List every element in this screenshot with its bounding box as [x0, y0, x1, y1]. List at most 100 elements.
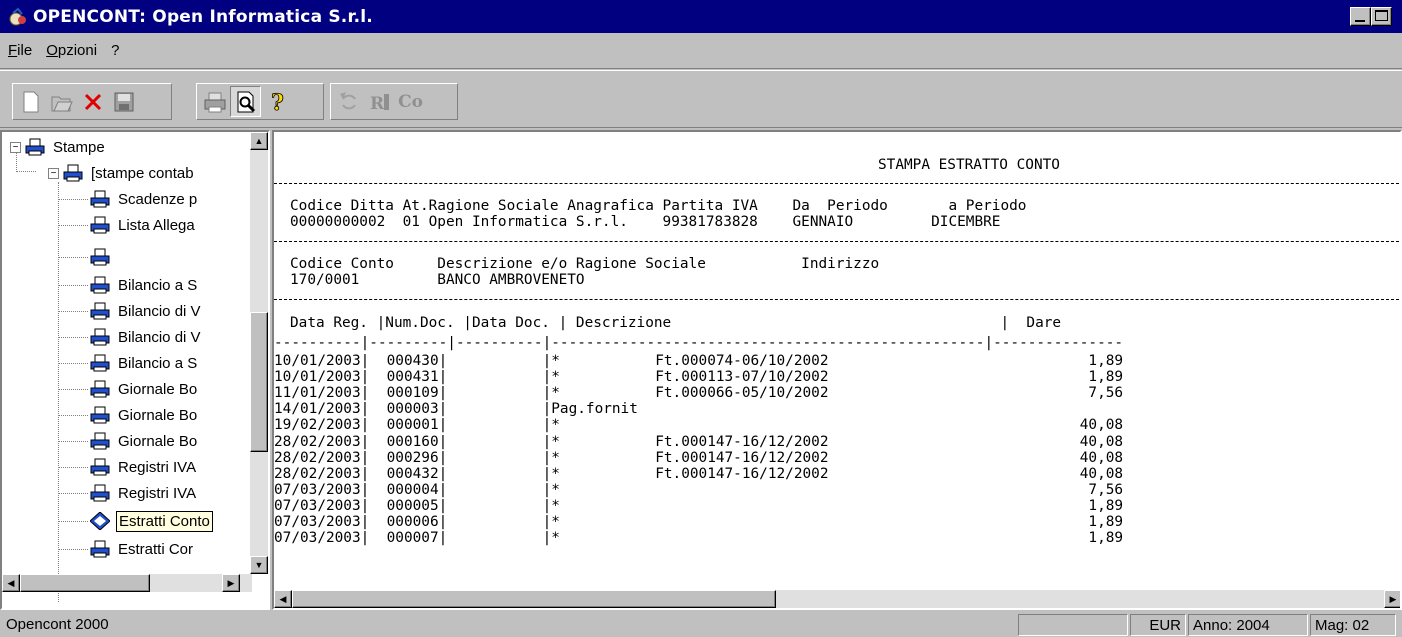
help-button[interactable]: ? [261, 86, 292, 117]
table-row: 07/03/2003| 000006| |* 1,89 [274, 514, 1124, 530]
tree-item-label [116, 256, 120, 258]
report-preview: STAMPA ESTRATTO CONTO Codice Ditta At.Ra… [272, 130, 1402, 610]
tree-item-label: Bilancio a S [118, 276, 198, 294]
new-button[interactable] [15, 86, 46, 117]
maximize-button[interactable] [1371, 7, 1392, 26]
tree-horizontal-scrollbar[interactable]: ◀ ▶ [2, 574, 252, 592]
tree-item[interactable]: Bilancio di V [90, 298, 203, 324]
print-icon [204, 92, 225, 112]
co-button[interactable]: Co [395, 86, 426, 117]
collapse-icon[interactable]: − [48, 167, 59, 179]
tree-item[interactable]: Registri IVA [90, 454, 198, 480]
status-empty-panel [1018, 614, 1128, 636]
printer-icon [90, 354, 110, 372]
help-icon: ? [270, 90, 284, 114]
tree-item[interactable]: Giornale Bo [90, 376, 199, 402]
open-icon [51, 96, 73, 111]
printer-icon [90, 458, 110, 476]
toolbar-group-file [12, 83, 172, 120]
selected-diamond-icon [90, 512, 110, 530]
svg-text:R: R [370, 94, 385, 114]
scroll-left-button[interactable]: ◀ [2, 574, 20, 592]
table-row: 28/02/2003| 000296| |* Ft.000147-16/12/2… [274, 449, 1124, 466]
minimize-button[interactable] [1350, 7, 1371, 26]
separator [274, 299, 1400, 300]
tree-item-label: Estratti Conto [116, 510, 213, 532]
tree-item[interactable] [90, 244, 120, 270]
account-values: 170/0001 BANCO AMBROVENETO [290, 272, 585, 288]
tree-item-label: Bilancio a S [118, 354, 198, 372]
table-row: 11/01/2003| 000109| |* Ft.000066-05/10/2… [274, 385, 1124, 402]
collapse-icon[interactable]: − [10, 141, 21, 153]
tree-item[interactable]: Registri IVA [90, 480, 198, 506]
tree-scroll-thumb[interactable] [250, 312, 268, 452]
tree-item-label: Scadenze p [118, 190, 198, 208]
print-button[interactable] [199, 86, 230, 117]
tree-item-label: Giornale Bo [118, 432, 198, 450]
menu-help[interactable]: ? [105, 42, 125, 59]
report-hscroll-thumb[interactable] [292, 590, 776, 608]
printer-icon [90, 540, 110, 558]
tree-item-stampe-contab[interactable]: − [stampe contab [48, 160, 196, 186]
app-icon [9, 7, 26, 25]
separator [274, 241, 1400, 242]
tree-item[interactable]: Giornale Bo [90, 428, 199, 454]
tree-item-stampe[interactable]: − Stampe [10, 134, 107, 160]
report-tree: − Stampe − [stampe contab Scadenze p List… [0, 130, 270, 610]
scroll-right-button[interactable]: ▶ [1384, 590, 1400, 608]
tree-item-label: Bilancio di V [118, 302, 201, 320]
tree-item[interactable]: Estratti Cor [90, 536, 195, 562]
tree-item[interactable]: Giornale Bo [90, 402, 199, 428]
table-row: 07/03/2003| 000005| |* 1,89 [274, 497, 1124, 514]
toolbar-group-print: ? [196, 83, 324, 120]
tree-item[interactable]: Estratti Conto [90, 508, 213, 534]
co-icon: Co [398, 91, 423, 112]
printer-icon [90, 190, 110, 208]
table-row: 10/01/2003| 000431| |* Ft.000113-07/10/2… [274, 369, 1124, 386]
report-header-values: 00000000002 01 Open Informatica S.r.l. 9… [290, 214, 1001, 230]
printer-icon [90, 328, 110, 346]
menu-bar: File Opzioni ? [0, 33, 1402, 69]
table-row: 07/03/2003| 000007| |* 1,89 [274, 530, 1124, 547]
window-title: OPENCONT: Open Informatica S.r.l. [33, 6, 373, 27]
tree-item[interactable]: Bilancio a S [90, 272, 199, 298]
print-preview-button[interactable] [230, 86, 261, 117]
menu-opzioni[interactable]: Opzioni [40, 42, 103, 59]
menu-file[interactable]: File [2, 42, 38, 59]
save-button[interactable] [108, 86, 139, 117]
printer-icon [90, 484, 110, 502]
scroll-down-button[interactable]: ▼ [250, 556, 268, 574]
arrow-right-icon: ▶ [1389, 593, 1397, 604]
printer-icon [90, 302, 110, 320]
tree-vertical-scrollbar[interactable]: ▲ ▼ [250, 132, 268, 574]
tree-item[interactable]: Scadenze p [90, 186, 199, 212]
arrow-right-icon: ▶ [227, 577, 235, 588]
printer-icon [25, 138, 45, 156]
tree-item[interactable]: Bilancio di V [90, 324, 203, 350]
scroll-up-button[interactable]: ▲ [250, 132, 268, 150]
scroll-left-button[interactable]: ◀ [274, 590, 292, 608]
refresh-button[interactable] [333, 86, 364, 117]
report-horizontal-scrollbar[interactable]: ◀ ▶ [274, 590, 1400, 608]
tree-hscroll-thumb[interactable] [20, 574, 150, 592]
status-bar: Opencont 2000 EUR Anno: 2004 Mag: 02 [0, 612, 1402, 637]
table-row: 14/01/2003| 000003| |Pag.fornit [274, 401, 638, 418]
printer-icon [90, 248, 110, 266]
delete-button[interactable] [77, 86, 108, 117]
arrow-left-icon: ◀ [279, 593, 287, 604]
save-icon [114, 92, 133, 111]
open-button[interactable] [46, 86, 77, 117]
table-row: 10/01/2003| 000430| |* Ft.000074-06/10/2… [274, 353, 1124, 369]
report-icon: R [370, 93, 389, 114]
svg-text:?: ? [271, 90, 284, 114]
table-row: 07/03/2003| 000004| |* 7,56 [274, 481, 1124, 498]
status-app-name: Opencont 2000 [6, 616, 109, 633]
report-button[interactable]: R [364, 86, 395, 117]
tree-item-label: Giornale Bo [118, 406, 198, 424]
tree-item[interactable]: Bilancio a S [90, 350, 199, 376]
tree-item[interactable]: Lista Allega [90, 212, 197, 238]
report-header-labels: Codice Ditta At.Ragione Sociale Anagrafi… [290, 198, 1027, 214]
printer-icon [90, 276, 110, 294]
printer-icon [90, 216, 110, 234]
scroll-right-button[interactable]: ▶ [222, 574, 240, 592]
